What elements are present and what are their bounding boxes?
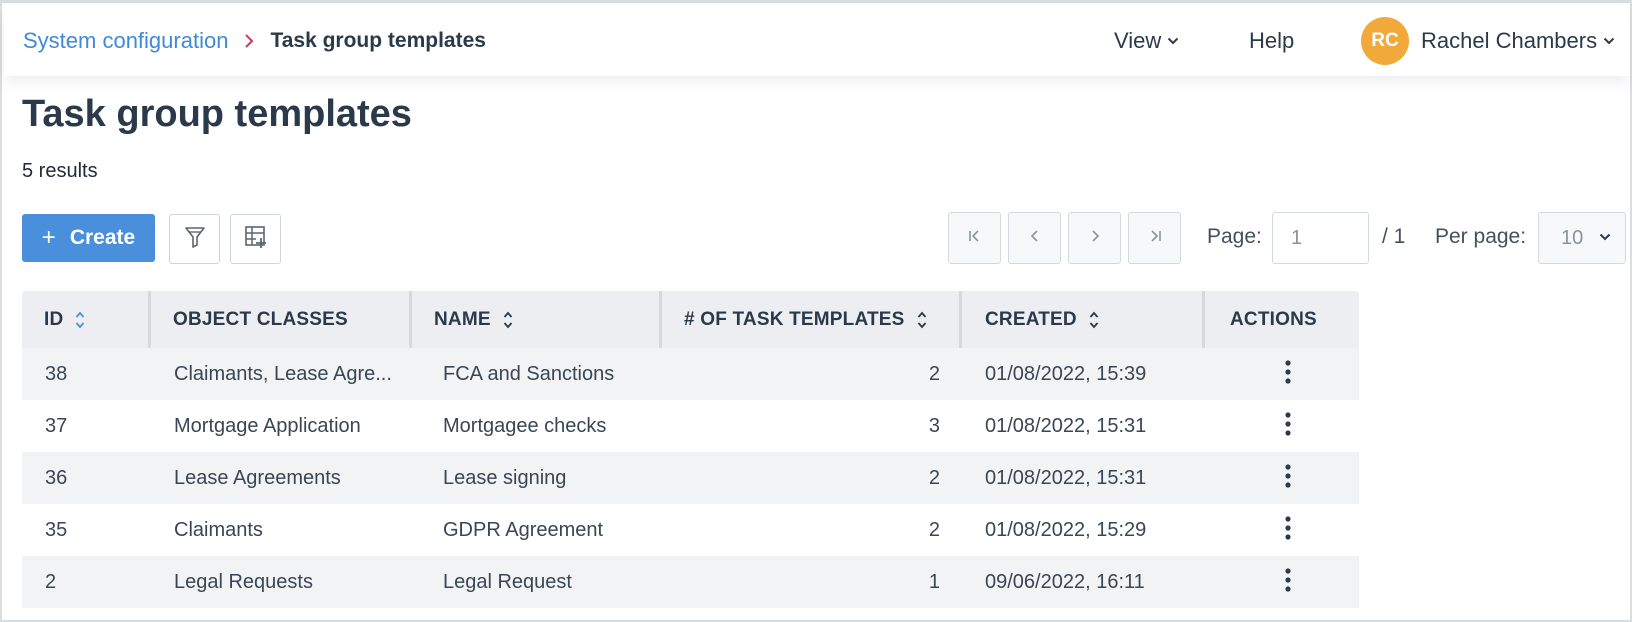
create-button[interactable]: + Create xyxy=(22,214,155,262)
more-vertical-icon xyxy=(1285,359,1291,389)
sort-icon xyxy=(75,310,85,330)
cell-task-templates: 2 xyxy=(928,466,940,489)
table-row[interactable]: 35 Claimants GDPR Agreement 2 01/08/2022… xyxy=(22,504,1359,556)
first-page-icon xyxy=(968,229,982,248)
cell-task-templates: 3 xyxy=(928,414,940,437)
first-page-button[interactable] xyxy=(948,212,1001,264)
view-menu-label: View xyxy=(1114,28,1162,53)
table-row[interactable]: 37 Mortgage Application Mortgagee checks… xyxy=(22,400,1359,452)
total-pages: / 1 xyxy=(1382,225,1406,248)
chevron-down-icon xyxy=(1603,37,1615,45)
row-actions-button[interactable] xyxy=(1275,567,1301,597)
cell-task-templates: 2 xyxy=(928,362,940,385)
cell-created: 01/08/2022, 15:31 xyxy=(985,414,1147,437)
help-label: Help xyxy=(1249,28,1295,53)
cell-id: 38 xyxy=(45,362,68,385)
column-header-id[interactable]: ID xyxy=(44,291,85,348)
plus-icon: + xyxy=(41,224,56,251)
cell-name: Mortgagee checks xyxy=(443,414,607,437)
create-label: Create xyxy=(69,226,136,249)
previous-page-button[interactable] xyxy=(1008,212,1061,264)
column-divider[interactable] xyxy=(148,291,151,348)
task-group-templates-table: ID OBJECT CLASSES NAME # OF TASK TEMPLAT… xyxy=(22,291,1359,608)
filter-button[interactable] xyxy=(169,214,220,264)
column-header-actions: ACTIONS xyxy=(1230,308,1317,330)
chevron-down-icon xyxy=(1167,37,1179,45)
per-page-value: 10 xyxy=(1561,226,1584,249)
top-bar: System configuration Task group template… xyxy=(4,6,1630,76)
cell-name: FCA and Sanctions xyxy=(443,362,615,385)
row-actions-button[interactable] xyxy=(1275,515,1301,545)
more-vertical-icon xyxy=(1285,515,1291,545)
next-page-button[interactable] xyxy=(1068,212,1121,264)
row-actions-button[interactable] xyxy=(1275,463,1301,493)
column-divider[interactable] xyxy=(659,291,662,348)
last-page-icon xyxy=(1148,229,1162,248)
per-page-select[interactable]: 10 xyxy=(1538,212,1626,264)
cell-object-classes: Claimants xyxy=(174,518,263,541)
column-divider[interactable] xyxy=(1202,291,1205,348)
table-header: ID OBJECT CLASSES NAME # OF TASK TEMPLAT… xyxy=(22,291,1359,348)
cell-id: 35 xyxy=(45,518,68,541)
filter-icon xyxy=(184,225,206,254)
cell-task-templates: 2 xyxy=(928,518,940,541)
breadcrumb-system-configuration[interactable]: System configuration xyxy=(23,28,228,54)
page-label: Page: xyxy=(1207,225,1262,248)
cell-object-classes: Mortgage Application xyxy=(174,414,361,437)
page-title: Task group templates xyxy=(22,93,412,135)
row-actions-button[interactable] xyxy=(1275,411,1301,441)
cell-id: 2 xyxy=(45,570,57,593)
column-header-name[interactable]: NAME xyxy=(434,291,513,348)
breadcrumb-current: Task group templates xyxy=(270,29,486,52)
cell-id: 36 xyxy=(45,466,68,489)
column-divider[interactable] xyxy=(409,291,412,348)
table-row[interactable]: 2 Legal Requests Legal Request 1 09/06/2… xyxy=(22,556,1359,608)
chevron-right-icon xyxy=(1090,229,1100,248)
avatar: RC xyxy=(1361,17,1409,65)
cell-name: GDPR Agreement xyxy=(443,518,604,541)
results-count: 5 results xyxy=(22,160,98,182)
user-name: Rachel Chambers xyxy=(1421,28,1598,53)
user-menu[interactable]: RC Rachel Chambers xyxy=(1361,6,1615,76)
more-vertical-icon xyxy=(1285,567,1291,597)
sort-icon xyxy=(503,310,513,330)
cell-object-classes: Claimants, Lease Agre... xyxy=(174,362,392,385)
chevron-down-icon xyxy=(1599,233,1611,241)
cell-name: Lease signing xyxy=(443,466,567,489)
last-page-button[interactable] xyxy=(1128,212,1181,264)
cell-task-templates: 1 xyxy=(928,570,940,593)
more-vertical-icon xyxy=(1285,463,1291,493)
row-actions-button[interactable] xyxy=(1275,359,1301,389)
table-row[interactable]: 36 Lease Agreements Lease signing 2 01/0… xyxy=(22,452,1359,504)
table-row[interactable]: 38 Claimants, Lease Agre... FCA and Sanc… xyxy=(22,348,1359,400)
column-header-object-classes: OBJECT CLASSES xyxy=(173,308,348,330)
sort-icon xyxy=(1089,310,1099,330)
column-header-created[interactable]: CREATED xyxy=(985,291,1099,348)
cell-object-classes: Lease Agreements xyxy=(174,466,341,489)
chevron-right-icon xyxy=(244,33,254,49)
column-divider[interactable] xyxy=(959,291,962,348)
breadcrumb: System configuration Task group template… xyxy=(23,28,486,54)
help-link[interactable]: Help xyxy=(1249,6,1294,76)
cell-object-classes: Legal Requests xyxy=(174,570,313,593)
cell-created: 09/06/2022, 16:11 xyxy=(985,570,1145,593)
more-vertical-icon xyxy=(1285,411,1291,441)
cell-id: 37 xyxy=(45,414,68,437)
cell-name: Legal Request xyxy=(443,570,572,593)
cell-created: 01/08/2022, 15:31 xyxy=(985,466,1147,489)
view-menu[interactable]: View xyxy=(1114,6,1179,76)
table-add-icon xyxy=(244,225,268,254)
cell-created: 01/08/2022, 15:29 xyxy=(985,518,1147,541)
per-page-label: Per page: xyxy=(1435,225,1527,248)
column-header-task-templates[interactable]: # OF TASK TEMPLATES xyxy=(684,291,927,348)
add-column-button[interactable] xyxy=(230,214,281,264)
page-number-input[interactable] xyxy=(1272,212,1369,264)
app-frame: System configuration Task group template… xyxy=(0,0,1632,622)
cell-created: 01/08/2022, 15:39 xyxy=(985,362,1147,385)
sort-icon xyxy=(917,310,927,330)
chevron-left-icon xyxy=(1030,229,1040,248)
